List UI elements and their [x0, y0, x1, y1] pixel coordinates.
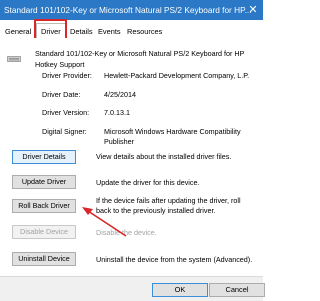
version-label: Driver Version:: [42, 108, 90, 117]
signer-label: Digital Signer:: [42, 127, 87, 136]
provider-value: Hewlett-Packard Development Company, L.P…: [104, 71, 250, 80]
disable-device-button: Disable Device: [12, 225, 76, 239]
tab-events[interactable]: Events: [98, 27, 121, 36]
window-title: Standard 101/102-Key or Microsoft Natura…: [4, 5, 252, 15]
uninstall-device-button[interactable]: Uninstall Device: [12, 252, 76, 266]
tab-resources[interactable]: Resources: [127, 27, 162, 36]
version-value: 7.0.13.1: [104, 108, 130, 117]
provider-label: Driver Provider:: [42, 71, 92, 80]
device-name: Standard 101/102-Key or Microsoft Natura…: [35, 49, 245, 69]
driver-details-button[interactable]: Driver Details: [12, 150, 76, 164]
roll-back-driver-button[interactable]: Roll Back Driver: [12, 199, 76, 213]
roll-back-driver-desc: If the device fails after updating the d…: [96, 196, 241, 215]
tab-general[interactable]: General: [5, 27, 31, 36]
signer-value: Microsoft Windows Hardware Compatibility…: [104, 127, 241, 146]
ok-button[interactable]: OK: [152, 283, 208, 297]
dialog-footer: OK Cancel: [0, 276, 265, 301]
date-label: Driver Date:: [42, 90, 81, 99]
close-icon[interactable]: ✕: [243, 0, 263, 20]
uninstall-device-desc: Uninstall the device from the system (Ad…: [96, 255, 253, 264]
driver-panel: Standard 101/102-Key or Microsoft Natura…: [0, 38, 263, 276]
title-bar: Standard 101/102-Key or Microsoft Natura…: [0, 0, 263, 20]
cancel-button[interactable]: Cancel: [209, 283, 265, 297]
driver-tab-highlight: [34, 19, 67, 40]
update-driver-button[interactable]: Update Driver: [12, 175, 76, 189]
driver-details-desc: View details about the installed driver …: [96, 152, 232, 161]
tab-details[interactable]: Details: [70, 27, 93, 36]
update-driver-desc: Update the driver for this device.: [96, 178, 200, 187]
disable-device-desc: Disable the device.: [96, 228, 157, 237]
date-value: 4/25/2014: [104, 90, 136, 99]
keyboard-icon: [7, 56, 21, 62]
